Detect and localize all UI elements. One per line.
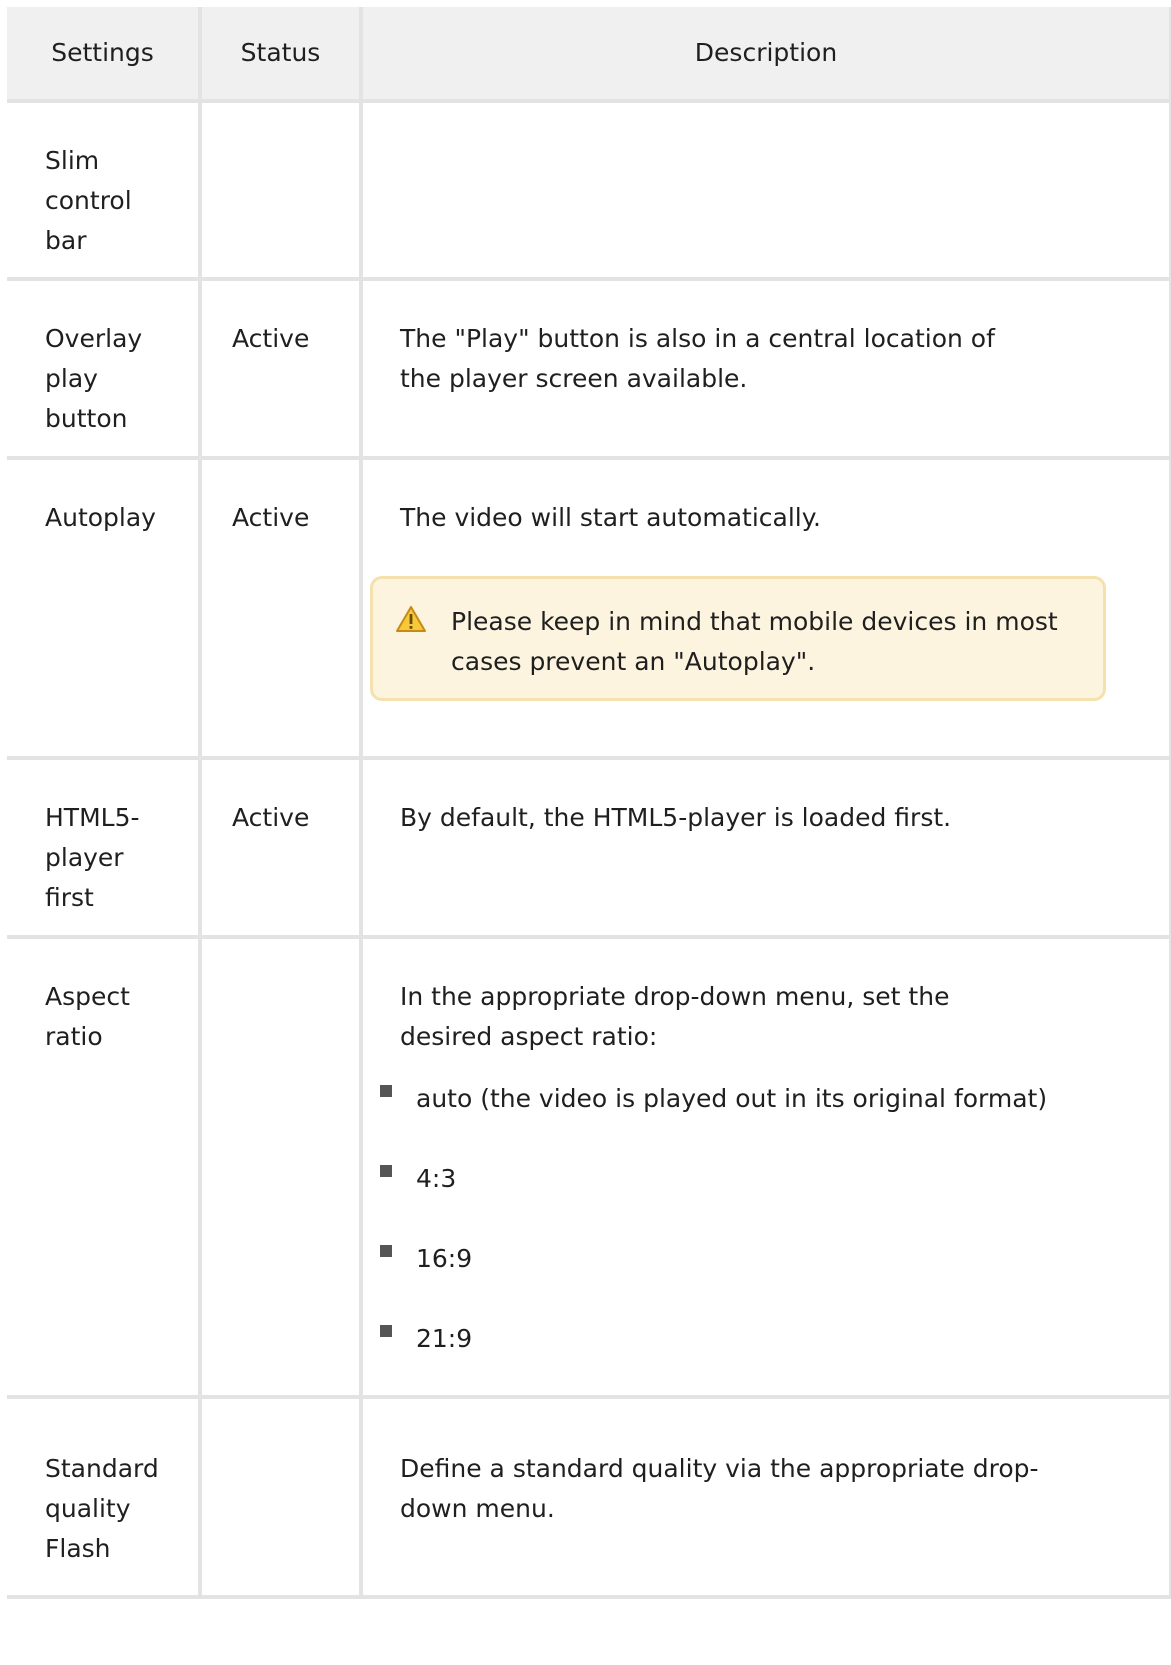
setting-label: play xyxy=(45,364,98,393)
setting-cell: Slim control bar xyxy=(7,99,202,281)
table-row-aspect-ratio: Aspect ratio In the appropriate drop-dow… xyxy=(7,935,1171,1399)
setting-label: Slim xyxy=(45,146,100,175)
table-row-standard-quality-flash: Standard quality Flash Define a standard… xyxy=(7,1395,1171,1599)
aspect-ratio-option: auto (the video is played out in its ori… xyxy=(416,1084,1048,1113)
description-cell: In the appropriate drop-down menu, set t… xyxy=(359,935,1171,1399)
warning-icon xyxy=(396,606,426,632)
list-item: auto (the video is played out in its ori… xyxy=(375,1079,1169,1119)
table-header: Settings Status Description xyxy=(7,7,1171,103)
aspect-ratio-option: 4:3 xyxy=(416,1164,457,1193)
description-text: The video will start automatically. xyxy=(400,503,821,532)
status-cell xyxy=(198,935,363,1399)
description-text: The "Play" button is also in a central l… xyxy=(400,324,995,393)
description-cell: By default, the HTML5-player is loaded f… xyxy=(359,756,1171,939)
column-header-settings: Settings xyxy=(7,7,202,103)
description-cell xyxy=(359,99,1171,281)
table-row-overlay-play-button: Overlay play button Active The "Play" bu… xyxy=(7,277,1171,460)
settings-table-container: Settings Status Description Slim control… xyxy=(7,7,1171,1665)
status-cell xyxy=(198,99,363,281)
setting-label: Overlay xyxy=(45,324,143,353)
description-cell: Define a standard quality via the approp… xyxy=(359,1395,1171,1599)
setting-cell: HTML5- player first xyxy=(7,756,202,939)
warning-note-text: Please keep in mind that mobile devices … xyxy=(451,607,1058,676)
table-row-autoplay: Autoplay Active The video will start aut… xyxy=(7,456,1171,760)
list-item: 4:3 xyxy=(375,1159,1169,1199)
setting-cell: Autoplay xyxy=(7,456,202,760)
setting-cell: Overlay play button xyxy=(7,277,202,460)
setting-label: control xyxy=(45,186,132,215)
header-row: Settings Status Description xyxy=(7,7,1171,103)
table-body: Slim control bar Overlay play button Act… xyxy=(7,99,1171,1599)
setting-label: Autoplay xyxy=(45,503,156,532)
setting-label: first xyxy=(45,883,94,912)
setting-label: Aspect xyxy=(45,982,130,1011)
setting-label: Standard xyxy=(45,1454,159,1483)
table-row-slim-control-bar: Slim control bar xyxy=(7,99,1171,281)
setting-label: button xyxy=(45,404,128,433)
square-bullet-icon xyxy=(380,1245,392,1257)
description-text: In the appropriate drop-down menu, set t… xyxy=(400,982,950,1051)
status-cell: Active xyxy=(198,756,363,939)
description-cell: The "Play" button is also in a central l… xyxy=(359,277,1171,460)
list-item: 21:9 xyxy=(375,1319,1169,1359)
setting-label: quality xyxy=(45,1494,131,1523)
warning-note: Please keep in mind that mobile devices … xyxy=(370,576,1106,701)
column-header-description: Description xyxy=(361,7,1171,103)
setting-label: Flash xyxy=(45,1534,111,1563)
setting-cell: Standard quality Flash xyxy=(7,1395,202,1599)
square-bullet-icon xyxy=(380,1165,392,1177)
column-header-status: Status xyxy=(200,7,363,103)
square-bullet-icon xyxy=(380,1325,392,1337)
aspect-ratio-option: 21:9 xyxy=(416,1324,473,1353)
aspect-ratio-options-list: auto (the video is played out in its ori… xyxy=(363,1079,1169,1359)
square-bullet-icon xyxy=(380,1085,392,1097)
table-row-html5-player-first: HTML5- player first Active By default, t… xyxy=(7,756,1171,939)
description-cell: The video will start automatically. Plea… xyxy=(359,456,1171,760)
setting-cell: Aspect ratio xyxy=(7,935,202,1399)
setting-label: ratio xyxy=(45,1022,103,1051)
status-cell: Active xyxy=(198,277,363,460)
description-text: Define a standard quality via the approp… xyxy=(400,1454,1039,1523)
list-item: 16:9 xyxy=(375,1239,1169,1279)
setting-label: bar xyxy=(45,226,87,255)
status-cell xyxy=(198,1395,363,1599)
setting-label: player xyxy=(45,843,124,872)
aspect-ratio-option: 16:9 xyxy=(416,1244,473,1273)
setting-label: HTML5- xyxy=(45,803,140,832)
settings-table: Settings Status Description Slim control… xyxy=(7,7,1171,1599)
status-cell: Active xyxy=(198,456,363,760)
